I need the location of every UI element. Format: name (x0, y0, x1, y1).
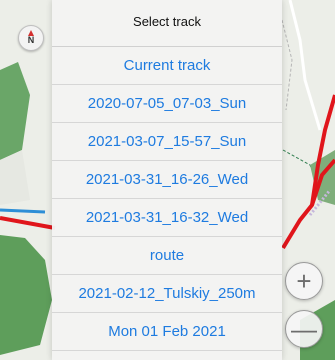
track-item[interactable]: 2020-07-05_07-03_Sun (52, 85, 282, 123)
plus-icon: + (296, 266, 312, 296)
zoom-out-button[interactable]: — (285, 310, 323, 348)
compass-button[interactable]: N (18, 25, 44, 51)
water-line (0, 208, 46, 214)
track-item[interactable]: 2021-03-31_16-32_Wed (52, 199, 282, 237)
track-item[interactable]: 2021-03-31_16-26_Wed (52, 161, 282, 199)
track-item[interactable]: 2021-03-07_15-57_Sun (52, 123, 282, 161)
zoom-in-button[interactable]: + (285, 262, 323, 300)
select-track-sheet: Select track Current track 2020-07-05_07… (52, 0, 282, 360)
track-item-current[interactable]: Current track (52, 47, 282, 85)
track-item-route[interactable]: route (52, 237, 282, 275)
minus-icon: — (291, 314, 317, 344)
track-item[interactable]: Mon 01 Feb 2021 (52, 313, 282, 351)
compass-north-label: N (27, 35, 35, 45)
track-item[interactable]: 2021-02-12_Tulskiy_250m (52, 275, 282, 313)
sheet-title: Select track (52, 0, 282, 47)
